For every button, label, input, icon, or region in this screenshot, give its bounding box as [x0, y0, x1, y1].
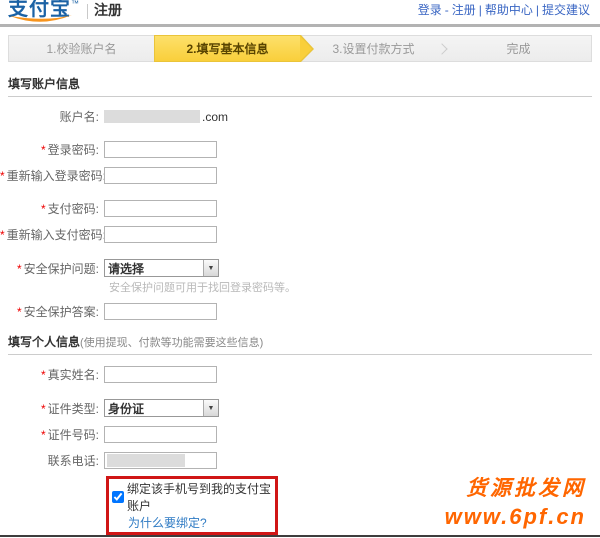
required-star: * — [41, 202, 46, 216]
contact-phone-row: 联系电话: — [0, 452, 600, 469]
id-type-selected-value: 身份证 — [105, 400, 144, 417]
nav-separator: | — [479, 3, 482, 17]
brand: 支付宝™ 注册 — [8, 0, 122, 22]
id-number-input[interactable] — [104, 426, 217, 443]
account-info-section-title: 填写账户信息 — [8, 75, 592, 97]
register-link[interactable]: 注册 — [452, 3, 476, 17]
step-verify-account: 1.校验账户名 — [9, 36, 154, 61]
required-star: * — [17, 262, 22, 276]
bottom-divider — [0, 535, 600, 537]
account-info-form: 账户名: .com *登录密码: *重新输入登录密码: *支付密码: *重新输入… — [0, 108, 600, 320]
login-link[interactable]: 登录 — [418, 3, 442, 17]
pay-password-label: *支付密码: — [0, 200, 104, 217]
account-name-suffix: .com — [202, 110, 228, 124]
pay-password-confirm-row: *重新输入支付密码: — [0, 226, 600, 243]
pay-password-input[interactable] — [104, 200, 217, 217]
required-star: * — [41, 402, 46, 416]
id-number-row: *证件号码: — [0, 426, 600, 443]
id-type-row: *证件类型: 身份证 ▼ — [0, 399, 600, 417]
contact-phone-label: 联系电话: — [0, 452, 104, 469]
security-answer-row: *安全保护答案: — [0, 303, 600, 320]
contact-phone-masked-value — [107, 454, 185, 467]
bind-phone-checkbox[interactable] — [112, 491, 124, 503]
real-name-input[interactable] — [104, 366, 217, 383]
brand-divider — [87, 4, 88, 19]
bind-phone-row: 绑定该手机号到我的支付宝账户 — [112, 480, 272, 514]
security-question-hint: 安全保护问题可用于找回登录密码等。 — [109, 279, 600, 295]
chevron-down-icon[interactable]: ▼ — [203, 260, 218, 276]
required-star: * — [0, 169, 5, 183]
pay-password-confirm-label: *重新输入支付密码: — [0, 226, 104, 243]
login-password-confirm-row: *重新输入登录密码: — [0, 167, 600, 184]
trademark-mark: ™ — [71, 0, 79, 8]
header-nav: 登录-注册|帮助中心|提交建议 — [418, 1, 590, 22]
login-password-row: *登录密码: — [0, 141, 600, 158]
account-name-row: 账户名: .com — [0, 108, 600, 125]
real-name-row: *真实姓名: — [0, 366, 600, 383]
account-name-label: 账户名: — [0, 108, 104, 125]
help-center-link[interactable]: 帮助中心 — [485, 3, 533, 17]
login-password-label: *登录密码: — [0, 141, 104, 158]
contact-phone-input[interactable] — [104, 452, 217, 469]
watermark-line2: www.6pf.cn — [445, 503, 586, 531]
login-password-confirm-input[interactable] — [104, 167, 217, 184]
security-answer-input[interactable] — [104, 303, 217, 320]
step-set-payment-method: 3.设置付款方式 — [301, 36, 446, 61]
bind-phone-highlight-box: 绑定该手机号到我的支付宝账户 为什么要绑定? — [106, 476, 278, 535]
pay-password-confirm-input[interactable] — [104, 226, 217, 243]
feedback-link[interactable]: 提交建议 — [542, 3, 590, 17]
id-type-select[interactable]: 身份证 ▼ — [104, 399, 219, 417]
security-question-selected-value: 请选择 — [105, 260, 144, 277]
account-name-masked-value — [104, 110, 200, 123]
pay-password-row: *支付密码: — [0, 200, 600, 217]
security-answer-label: *安全保护答案: — [0, 303, 104, 320]
step-fill-basic-info-active: 2.填写基本信息 — [154, 35, 301, 62]
nav-separator: | — [536, 3, 539, 17]
bind-phone-label: 绑定该手机号到我的支付宝账户 — [127, 480, 272, 514]
alipay-logo: 支付宝™ — [8, 0, 81, 22]
security-question-label: *安全保护问题: — [0, 260, 104, 277]
security-question-row: *安全保护问题: 请选择 ▼ — [0, 259, 600, 277]
logo-boat-swoosh-icon — [8, 15, 74, 24]
id-type-label: *证件类型: — [0, 400, 104, 417]
real-name-label: *真实姓名: — [0, 366, 104, 383]
header: 支付宝™ 注册 登录-注册|帮助中心|提交建议 — [0, 0, 600, 27]
step-progress-bar: 1.校验账户名 2.填写基本信息 3.设置付款方式 完成 — [8, 35, 592, 62]
why-bind-link[interactable]: 为什么要绑定? — [128, 514, 272, 531]
required-star: * — [41, 428, 46, 442]
step-complete: 完成 — [446, 36, 591, 61]
personal-info-section-title: 填写个人信息(使用提现、付款等功能需要这些信息) — [8, 333, 592, 355]
alipay-register-page: 支付宝™ 注册 登录-注册|帮助中心|提交建议 1.校验账户名 2.填写基本信息… — [0, 0, 600, 538]
id-number-label: *证件号码: — [0, 426, 104, 443]
security-question-select[interactable]: 请选择 ▼ — [104, 259, 219, 277]
required-star: * — [41, 143, 46, 157]
login-password-confirm-label: *重新输入登录密码: — [0, 167, 104, 184]
personal-info-section-subtitle: (使用提现、付款等功能需要这些信息) — [80, 337, 263, 349]
required-star: * — [41, 368, 46, 382]
watermark: 货源批发网 www.6pf.cn — [445, 476, 586, 530]
nav-separator: - — [445, 3, 449, 17]
chevron-down-icon[interactable]: ▼ — [203, 400, 218, 416]
required-star: * — [17, 305, 22, 319]
page-title: 注册 — [94, 0, 122, 22]
login-password-input[interactable] — [104, 141, 217, 158]
required-star: * — [0, 228, 5, 242]
watermark-line1: 货源批发网 — [445, 476, 586, 502]
